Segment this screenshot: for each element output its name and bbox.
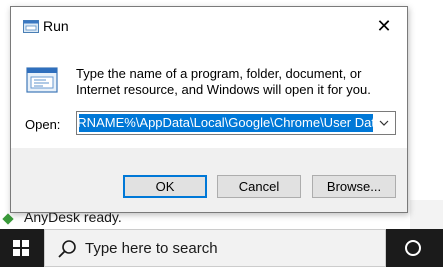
ok-button[interactable]: OK	[123, 175, 207, 198]
search-placeholder: Type here to search	[85, 240, 218, 257]
start-button[interactable]	[0, 229, 42, 267]
chevron-down-icon	[379, 120, 389, 126]
windows-start-icon	[13, 240, 29, 256]
close-button[interactable]: ✕	[361, 7, 407, 45]
browse-button[interactable]: Browse...	[312, 175, 396, 198]
desktop-window-edge	[410, 200, 443, 229]
taskbar: Type here to search	[0, 229, 443, 267]
cortana-button[interactable]	[389, 229, 437, 267]
open-input[interactable]: %USERNAME%\AppData\Local\Google\Chrome\U…	[76, 111, 396, 135]
open-input-value-wrap[interactable]: %USERNAME%\AppData\Local\Google\Chrome\U…	[79, 114, 373, 132]
title-bar[interactable]: Run ✕	[11, 7, 407, 45]
open-label: Open:	[25, 117, 61, 132]
search-icon	[58, 240, 76, 258]
open-dropdown-button[interactable]	[373, 112, 395, 134]
screen: AnyDesk ready. Run ✕ Type the name of a …	[0, 0, 443, 267]
cortana-icon	[405, 240, 421, 256]
run-title-icon	[23, 20, 39, 33]
dialog-description: Type the name of a program, folder, docu…	[76, 66, 371, 97]
run-dialog: Run ✕ Type the name of a program, folder…	[10, 6, 408, 213]
dialog-title: Run	[43, 18, 69, 34]
close-icon: ✕	[376, 15, 392, 36]
run-program-icon	[26, 67, 58, 93]
open-input-value[interactable]: %USERNAME%\AppData\Local\Google\Chrome\U…	[79, 114, 373, 132]
taskbar-search-box[interactable]: Type here to search	[44, 229, 386, 267]
cancel-button[interactable]: Cancel	[217, 175, 301, 198]
